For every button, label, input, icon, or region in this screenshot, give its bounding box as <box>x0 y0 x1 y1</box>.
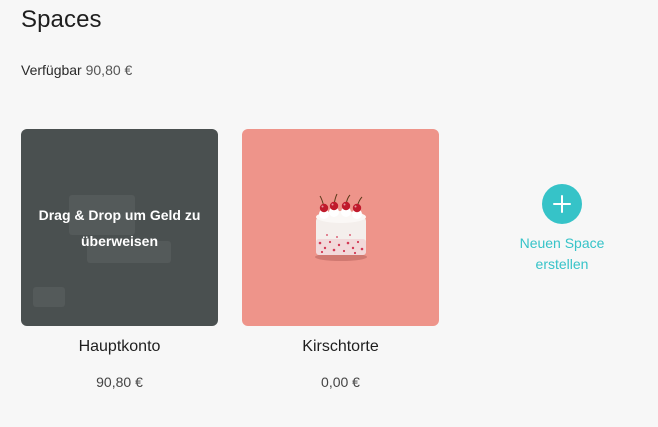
page-title: Spaces <box>21 6 102 33</box>
space-card-hauptkonto[interactable]: Drag & Drop um Geld zu überweisen <box>21 129 218 326</box>
card-thumbnail-image <box>33 287 65 307</box>
space-name-hauptkonto: Hauptkonto <box>78 338 161 355</box>
space-balance-hauptkonto: 90,80 € <box>96 374 143 390</box>
space-name-kirschtorte: Kirschtorte <box>302 338 379 355</box>
available-amount: 90,80 € <box>85 62 133 78</box>
available-balance: Verfügbar 90,80 € <box>21 62 132 78</box>
plus-icon[interactable] <box>542 184 582 224</box>
new-space-label[interactable]: Neuen Space erstellen <box>496 233 628 275</box>
new-space-button[interactable]: Neuen Space erstellen <box>496 184 628 275</box>
drag-drop-hint: Drag & Drop um Geld zu überweisen <box>38 207 201 249</box>
space-card-kirschtorte[interactable] <box>242 129 439 326</box>
available-label: Verfügbar <box>21 62 82 78</box>
cherry-cake-image <box>310 193 372 268</box>
space-balance-kirschtorte: 0,00 € <box>321 374 360 390</box>
